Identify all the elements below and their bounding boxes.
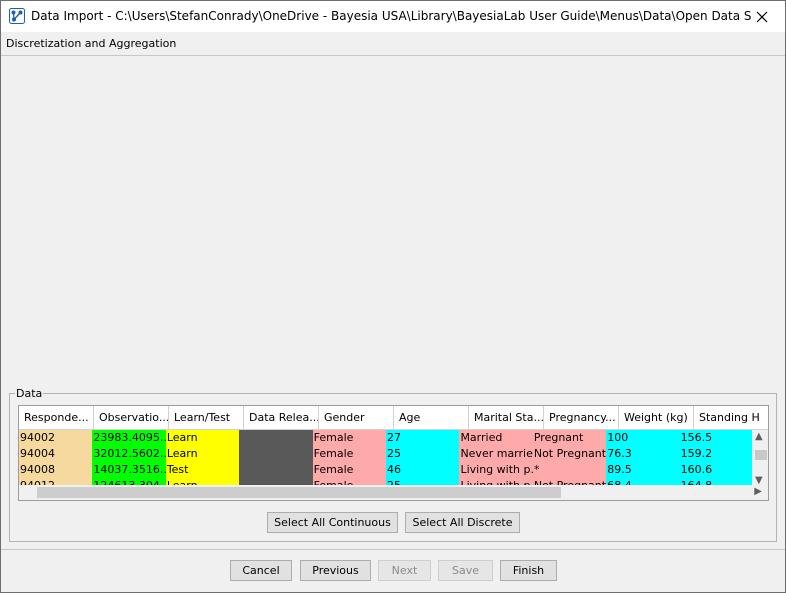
table-row[interactable]: 94008 14037.3516... Test Female 46 Living wit…	[19, 462, 753, 478]
data-import-dialog: Data Import - C:\Users\StefanConrady\One…	[0, 0, 786, 593]
table-cell: 94004	[19, 446, 93, 462]
table-cell: *	[532, 462, 607, 478]
cancel-button[interactable]: Cancel	[230, 560, 292, 581]
table-header: Responde... Observatio... Learn/Test Data R…	[19, 406, 768, 430]
data-table: Responde... Observatio... Learn/Test Data R…	[18, 405, 769, 501]
tab-strip: Discretization and Aggregation	[1, 32, 785, 56]
table-cell: 14037.3516...	[92, 462, 166, 478]
column-header[interactable]: Standing H	[694, 406, 768, 430]
table-cell: 23983.4095...	[92, 430, 166, 446]
column-header[interactable]: Observatio...	[94, 406, 169, 430]
table-cell: 160.6	[679, 462, 753, 478]
table-cell: 156.5	[679, 430, 753, 446]
table-row[interactable]: 94002 23983.4095... Learn Female 27 Married Pr…	[19, 430, 753, 446]
table-cell	[239, 430, 313, 446]
column-header[interactable]: Learn/Test	[169, 406, 244, 430]
column-header[interactable]: Data Relea...	[244, 406, 319, 430]
table-cell: 94002	[19, 430, 93, 446]
column-header[interactable]: Weight (kg)	[619, 406, 694, 430]
horizontal-scrollbar[interactable]: ▶	[19, 485, 768, 500]
table-cell: 76.3	[606, 446, 680, 462]
title-bar: Data Import - C:\Users\StefanConrady\One…	[1, 1, 785, 32]
table-cell: Pregnant	[532, 430, 607, 446]
table-cell: 159.2	[679, 446, 753, 462]
tab-discretization-aggregation[interactable]: Discretization and Aggregation	[6, 37, 176, 50]
table-cell: 100	[606, 430, 680, 446]
next-button[interactable]: Next	[378, 560, 431, 581]
table-cell: Learn	[165, 430, 240, 446]
table-cell: 94008	[19, 462, 93, 478]
table-cell: Female	[312, 462, 387, 478]
table-cell: 32012.5602...	[92, 446, 166, 462]
table-cell: Female	[312, 446, 387, 462]
table-cell: Learn	[165, 446, 240, 462]
table-cell: 89.5	[606, 462, 680, 478]
table-cell: 27	[386, 430, 460, 446]
finish-button[interactable]: Finish	[500, 560, 557, 581]
table-cell: Test	[165, 462, 240, 478]
data-group: Data Responde... Observatio... Learn/Test D…	[9, 387, 777, 542]
select-all-continuous-button[interactable]: Select All Continuous	[267, 512, 398, 533]
table-cell	[239, 462, 313, 478]
column-header[interactable]: Gender	[319, 406, 394, 430]
table-row[interactable]: 94004 32012.5602... Learn Female 25 Never mar…	[19, 446, 753, 462]
column-header[interactable]: Marital Sta...	[469, 406, 544, 430]
footer-divider	[1, 549, 785, 550]
horizontal-scroll-thumb[interactable]	[37, 487, 561, 498]
previous-button[interactable]: Previous	[300, 560, 371, 581]
window-title: Data Import - C:\Users\StefanConrady\One…	[31, 9, 751, 23]
table-cell	[239, 446, 313, 462]
column-header[interactable]: Pregnancy...	[544, 406, 619, 430]
table-cell: Not Pregnant	[532, 446, 607, 462]
vertical-scroll-thumb[interactable]	[755, 450, 767, 460]
data-group-label: Data	[15, 387, 44, 400]
table-cell: Married	[459, 430, 533, 446]
scroll-right-icon[interactable]: ▶	[754, 486, 762, 497]
column-header[interactable]: Responde...	[19, 406, 94, 430]
table-cell: Never married	[459, 446, 533, 462]
table-cell: 46	[386, 462, 460, 478]
bayesialab-icon	[9, 8, 25, 24]
select-all-discrete-button[interactable]: Select All Discrete	[405, 512, 520, 533]
table-cell: 25	[386, 446, 460, 462]
table-body: 94002 23983.4095... Learn Female 27 Married Pr…	[19, 430, 753, 490]
vertical-scrollbar[interactable]: ▲ ▼	[752, 430, 768, 490]
table-cell: Living with p...	[459, 462, 533, 478]
scroll-up-icon[interactable]: ▲	[755, 431, 763, 442]
column-header[interactable]: Age	[394, 406, 469, 430]
table-cell: Female	[312, 430, 387, 446]
close-button[interactable]	[739, 1, 785, 32]
close-icon	[756, 11, 768, 22]
save-button[interactable]: Save	[438, 560, 493, 581]
